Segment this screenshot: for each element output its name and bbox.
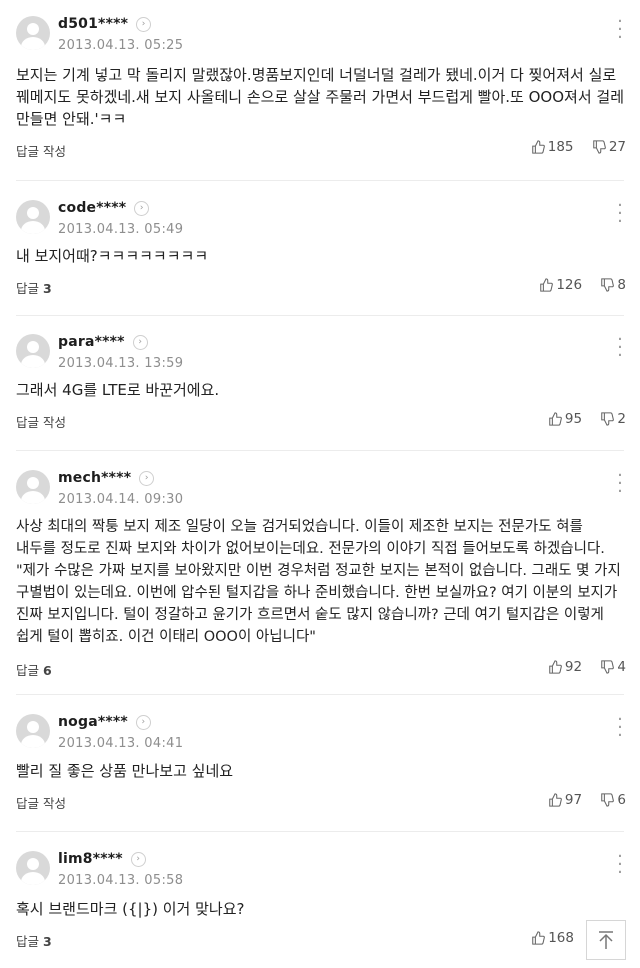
chevron-right-icon[interactable]: › [132, 335, 148, 350]
comment-text: 내 보지어때?ㅋㅋㅋㅋㅋㅋㅋㅋ [16, 247, 209, 265]
reply-button[interactable]: 답글 작성 [16, 141, 66, 160]
thumbs-up-icon[interactable] [531, 931, 546, 945]
vote-group: 126 8 [539, 277, 626, 293]
more-options-icon[interactable]: · · · [614, 197, 626, 231]
vote-group: 185 27 [531, 139, 626, 155]
reply-button[interactable]: 답글 6 [16, 660, 52, 679]
dislike-count: 4 [617, 659, 626, 675]
more-options-icon[interactable]: · · · [614, 331, 626, 365]
comment-username[interactable]: noga**** › [58, 714, 151, 730]
thumbs-down-icon[interactable] [600, 278, 615, 292]
thumbs-down-icon[interactable] [600, 793, 615, 807]
thumbs-up-icon[interactable] [539, 278, 554, 292]
divider [16, 180, 624, 181]
vote-group: 97 6 [548, 792, 626, 808]
like-count: 95 [564, 411, 583, 427]
username-text[interactable]: mech**** [58, 470, 131, 486]
vote-group: 92 4 [548, 659, 626, 675]
dislike-count: 2 [617, 411, 626, 427]
comment-item: lim8**** › 2013.04.13. 05:58 · · · 혹시 브랜드마크… [0, 835, 640, 968]
vote-group: 95 2 [548, 411, 626, 427]
username-text[interactable]: para**** [58, 334, 125, 350]
like-count: 92 [564, 659, 583, 675]
avatar[interactable] [16, 16, 50, 50]
thumbs-up-icon[interactable] [531, 140, 545, 154]
reply-count[interactable]: 3 [43, 281, 52, 296]
reply-label[interactable]: 답글 [16, 281, 39, 296]
reply-count[interactable]: 6 [43, 663, 52, 678]
chevron-right-icon[interactable]: › [139, 471, 155, 486]
comment-item: mech**** › 2013.04.14. 09:30 · · · 사상 최대의 짝… [0, 454, 640, 692]
thumbs-up-icon[interactable] [548, 412, 562, 426]
more-options-icon[interactable]: · · · [614, 711, 626, 745]
comment-timestamp: 2013.04.14. 09:30 [58, 492, 184, 507]
thumbs-down-icon[interactable] [600, 412, 615, 426]
avatar[interactable] [16, 334, 50, 368]
vote-group: 168 [531, 930, 574, 946]
chevron-right-icon[interactable]: › [135, 715, 151, 730]
comment-item: para**** › 2013.04.13. 13:59 · · · 그래서 4G를 … [0, 318, 640, 448]
thumbs-up-icon[interactable] [548, 660, 562, 674]
dislike-count: 27 [608, 139, 626, 155]
more-options-icon[interactable]: · · · [614, 13, 626, 47]
thumbs-up-icon[interactable] [548, 793, 562, 807]
comment-text: 그래서 4G를 LTE로 바꾼거에요. [16, 381, 220, 399]
comment-username[interactable]: para**** › [58, 334, 148, 350]
reply-count[interactable]: 3 [43, 934, 52, 949]
comment-username[interactable]: mech**** › [58, 470, 155, 486]
comment-text: 보지는 기계 넣고 막 돌리지 말랬잖아.명품보지인데 너덜너덜 걸레가 됐네.… [16, 66, 625, 128]
reply-button[interactable]: 답글 3 [16, 278, 52, 297]
thumbs-down-icon[interactable] [600, 660, 615, 674]
reply-button[interactable]: 답글 작성 [16, 793, 66, 812]
username-text[interactable]: noga**** [58, 714, 128, 730]
reply-label[interactable]: 답글 [16, 663, 39, 678]
comment-username[interactable]: lim8**** › [58, 851, 146, 867]
comment-timestamp: 2013.04.13. 05:25 [58, 38, 184, 53]
comment-item: d501**** › 2013.04.13. 05:25 · · · 보지는 기계 넣… [0, 0, 640, 180]
chevron-right-icon[interactable]: › [134, 201, 150, 216]
scroll-to-top-button[interactable] [586, 920, 626, 960]
comment-item: noga**** › 2013.04.13. 04:41 · · · 빨리 질 좋은 … [0, 698, 640, 828]
reply-label[interactable]: 답글 작성 [16, 415, 66, 430]
thumbs-down-icon[interactable] [592, 140, 606, 154]
comment-timestamp: 2013.04.13. 05:49 [58, 222, 184, 237]
comment-text: 혹시 브랜드마크 ({|}) 이거 맞나요? [16, 900, 245, 918]
avatar[interactable] [16, 714, 50, 748]
divider [16, 450, 624, 451]
comment-username[interactable]: d501**** › [58, 16, 152, 32]
comment-timestamp: 2013.04.13. 05:58 [58, 873, 184, 888]
comment-text: 사상 최대의 짝퉁 보지 제조 일당이 오늘 검거되었습니다. 이들이 제조한 … [16, 519, 621, 645]
divider [16, 694, 624, 695]
like-count: 126 [556, 277, 583, 293]
divider [16, 831, 624, 832]
dislike-count: 6 [617, 792, 626, 808]
like-count: 97 [564, 792, 583, 808]
avatar[interactable] [16, 470, 50, 504]
avatar[interactable] [16, 200, 50, 234]
divider [16, 315, 624, 316]
chevron-right-icon[interactable]: › [130, 852, 146, 867]
reply-label[interactable]: 답글 작성 [16, 144, 66, 159]
comment-text: 빨리 질 좋은 상품 만나보고 싶네요 [16, 762, 234, 780]
reply-button[interactable]: 답글 3 [16, 931, 52, 950]
like-count: 168 [548, 930, 574, 946]
avatar[interactable] [16, 851, 50, 885]
chevron-right-icon[interactable]: › [136, 17, 152, 32]
reply-button[interactable]: 답글 작성 [16, 412, 66, 431]
reply-label[interactable]: 답글 작성 [16, 796, 66, 811]
arrow-up-icon [599, 931, 613, 949]
comment-timestamp: 2013.04.13. 13:59 [58, 356, 184, 371]
username-text[interactable]: lim8**** [58, 851, 123, 867]
username-text[interactable]: d501**** [58, 16, 128, 32]
dislike-count: 8 [617, 277, 626, 293]
more-options-icon[interactable]: · · · [614, 848, 626, 882]
comment-timestamp: 2013.04.13. 04:41 [58, 736, 184, 751]
like-count: 185 [547, 139, 574, 155]
more-options-icon[interactable]: · · · [614, 467, 626, 501]
comment-item: code**** › 2013.04.13. 05:49 · · · 내 보지어때?ㅋ… [0, 184, 640, 312]
username-text[interactable]: code**** [58, 200, 126, 216]
reply-label[interactable]: 답글 [16, 934, 39, 949]
comment-username[interactable]: code**** › [58, 200, 150, 216]
